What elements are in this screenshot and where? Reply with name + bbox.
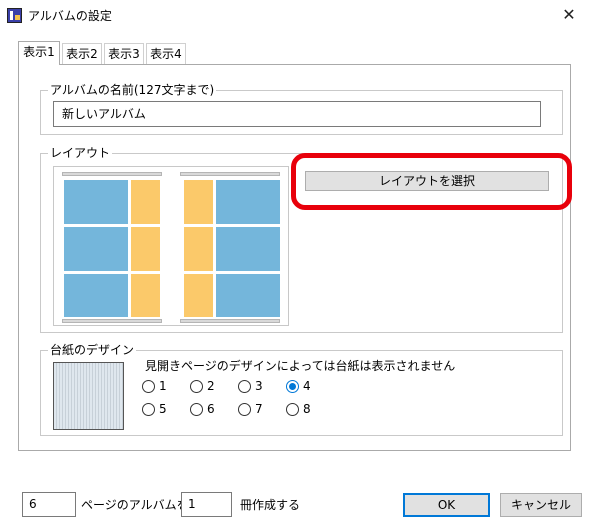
radio-circle: [142, 403, 155, 416]
photo-slot: [216, 180, 280, 224]
photo-slot: [64, 227, 128, 271]
page-top-bar: [180, 172, 280, 176]
album-name-legend: アルバムの名前(127文字まで): [48, 82, 217, 98]
page-count-input[interactable]: 6: [22, 492, 76, 517]
cancel-button[interactable]: キャンセル: [500, 493, 582, 517]
page-bottom-bar: [180, 319, 280, 323]
text-slot: [184, 227, 213, 271]
layout-legend: レイアウト: [48, 145, 113, 161]
page-count-label: ページのアルバムを: [81, 498, 189, 512]
photo-slot: [64, 274, 128, 317]
highlight-annotation: [291, 153, 572, 210]
paper-design-legend: 台紙のデザイン: [48, 342, 137, 358]
tab-view-3[interactable]: 表示3: [104, 43, 144, 64]
left-page-preview: [62, 167, 166, 327]
photo-slot: [216, 274, 280, 317]
ok-button[interactable]: OK: [403, 493, 490, 517]
page-top-bar: [62, 172, 162, 176]
layout-preview[interactable]: [53, 166, 289, 326]
photo-slot: [64, 180, 128, 224]
right-page-preview: [180, 167, 284, 327]
radio-circle: [142, 380, 155, 393]
text-slot: [184, 180, 213, 224]
radio-circle: [286, 403, 299, 416]
photo-slot: [216, 227, 280, 271]
text-slot: [131, 274, 160, 317]
album-app-icon: [7, 8, 22, 23]
radio-circle: [238, 380, 251, 393]
copy-count-label: 冊作成する: [240, 498, 301, 512]
radio-circle: [190, 380, 203, 393]
text-slot: [131, 227, 160, 271]
window-title: アルバムの設定: [28, 9, 112, 23]
text-slot: [184, 274, 213, 317]
tab-view-1[interactable]: 表示1: [18, 41, 60, 65]
copy-count-input[interactable]: 1: [181, 492, 232, 517]
radio-circle: [286, 380, 299, 393]
paper-design-swatch: [53, 362, 124, 430]
title-bar: アルバムの設定 ✕: [0, 0, 589, 30]
tab-view-2[interactable]: 表示2: [62, 43, 102, 64]
album-name-input[interactable]: 新しいアルバム: [53, 101, 541, 127]
radio-circle: [190, 403, 203, 416]
text-slot: [131, 180, 160, 224]
page-bottom-bar: [62, 319, 162, 323]
tab-view-4[interactable]: 表示4: [146, 43, 186, 64]
paper-design-note: 見開きページのデザインによっては台紙は表示されません: [145, 359, 456, 373]
close-button[interactable]: ✕: [549, 0, 589, 30]
radio-circle: [238, 403, 251, 416]
